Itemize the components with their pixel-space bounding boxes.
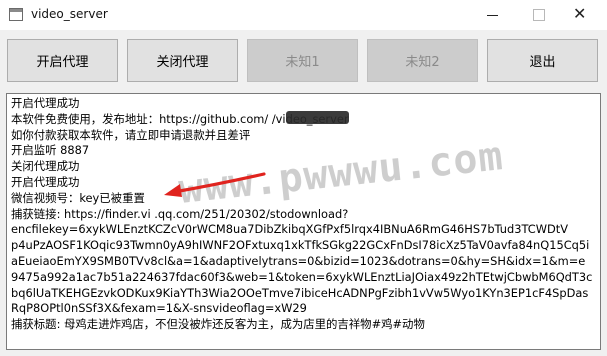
log-line: 微信视频号：key已被重置 [11,190,145,205]
log-line: aEueiaoEmYX9SMB0TVv8cl&a=1&adaptivelytra… [11,253,586,268]
title-bar[interactable]: video_server ✕ [0,0,607,30]
app-window: video_server ✕ 开启代理 关闭代理 未知1 未知2 退出 开启代理… [0,0,607,356]
log-line: 开启代理成功 [11,174,80,189]
log-output-textarea[interactable]: 开启代理成功 本软件免费使用，发布地址：https://github.com/ … [6,93,601,350]
log-line: 9475a992a1ac7b51a224637fdac60f3&web=1&to… [11,269,593,284]
redaction-scribble [286,111,349,124]
close-icon: ✕ [573,4,587,23]
log-lines: 开启代理成功 本软件免费使用，发布地址：https://github.com/ … [11,96,596,333]
log-line: RqP8OPtl0nSSf3X&fexam=1&X-snsvideoflag=x… [11,301,307,316]
log-line: 捕获标题: 母鸡走进炸鸡店，不但没被炸还反客为主，成为店里的吉祥物#鸡#动物 [11,317,425,332]
exit-button[interactable]: 退出 [487,39,598,82]
app-window-icon [9,8,23,21]
log-line: p4uPzAOSF1KOqic93Twmn0yA9hIWNF2OFxtuxq1x… [11,238,590,253]
start-proxy-button[interactable]: 开启代理 [7,39,118,82]
log-line: 捕获链接: https://finder.vi .qq.com/251/2030… [11,206,349,221]
log-line: 关闭代理成功 [11,159,80,174]
unknown-2-button: 未知2 [367,39,478,82]
toolbar: 开启代理 关闭代理 未知1 未知2 退出 [0,30,607,92]
maximize-button [516,0,562,30]
log-line: bq6lUaTKEHGEzvkODKux9KiaYTh3Wia2OOeTmve7… [11,285,589,300]
log-line: encfilekey=6xykWLEnztKCZcV0rWCM8ua7DibZk… [11,222,569,237]
log-line: 开启监听 8887 [11,143,90,158]
log-line: 如你付款获取本软件，请立即申请退款并且差评 [11,127,251,142]
window-title: video_server [31,7,108,21]
stop-proxy-button[interactable]: 关闭代理 [127,39,238,82]
unknown-1-button: 未知1 [247,39,358,82]
log-line: 开启代理成功 [11,96,80,110]
close-window-button[interactable]: ✕ [562,0,607,30]
minimize-button[interactable] [470,0,516,30]
